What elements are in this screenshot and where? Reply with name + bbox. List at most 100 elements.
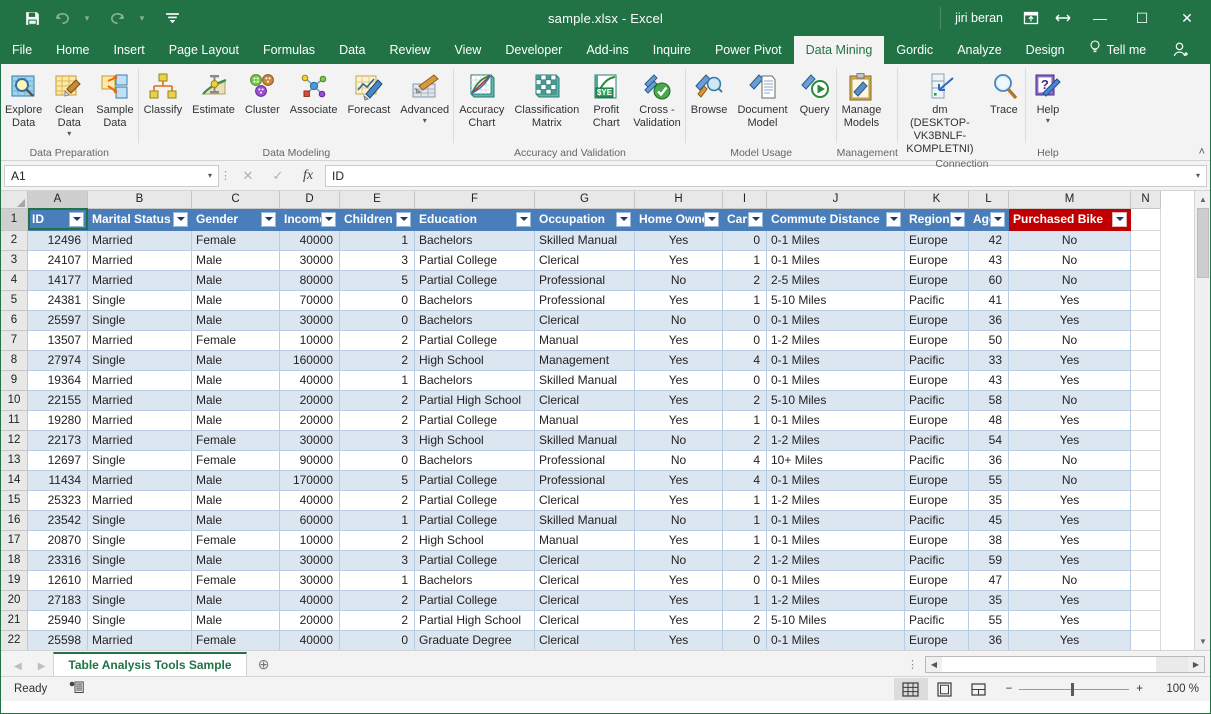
ribbon-button-classification-matrix[interactable]: Classification Matrix bbox=[509, 68, 584, 130]
ribbon-tab-analyze[interactable]: Analyze bbox=[945, 36, 1013, 64]
confirm-entry-icon[interactable]: ✓ bbox=[263, 165, 293, 187]
next-sheet-icon[interactable]: ▶ bbox=[38, 661, 46, 672]
table-cell[interactable]: 160000 bbox=[279, 349, 340, 371]
table-cell[interactable]: Pacific bbox=[904, 389, 969, 411]
table-cell[interactable]: Yes bbox=[1008, 349, 1131, 371]
table-cell[interactable]: 2-5 Miles bbox=[766, 269, 905, 291]
table-cell[interactable]: Professional bbox=[534, 269, 635, 291]
table-cell[interactable]: Clerical bbox=[534, 389, 635, 411]
row-header-14[interactable]: 14 bbox=[0, 469, 28, 491]
table-cell[interactable]: Clerical bbox=[534, 249, 635, 271]
column-header-L[interactable]: L bbox=[968, 191, 1009, 209]
table-cell[interactable]: Pacific bbox=[904, 429, 969, 451]
empty-cell[interactable] bbox=[1130, 409, 1161, 431]
table-cell[interactable]: Partial College bbox=[414, 269, 535, 291]
table-cell[interactable]: Yes bbox=[634, 349, 723, 371]
table-cell[interactable]: 40000 bbox=[279, 369, 340, 391]
formula-input[interactable]: ID ▾ bbox=[325, 164, 1207, 187]
row-header-4[interactable]: 4 bbox=[0, 269, 28, 291]
row-header-20[interactable]: 20 bbox=[0, 589, 28, 611]
table-cell[interactable]: Male bbox=[191, 589, 280, 611]
table-header-purchased-bike[interactable]: Purchased Bike bbox=[1008, 207, 1131, 231]
ribbon-tab-add-ins[interactable]: Add-ins bbox=[574, 36, 640, 64]
table-cell[interactable]: 27974 bbox=[27, 349, 88, 371]
ribbon-button-clean-data[interactable]: Clean Data ▾ bbox=[47, 68, 91, 138]
row-header-17[interactable]: 17 bbox=[0, 529, 28, 551]
ribbon-tab-home[interactable]: Home bbox=[44, 36, 101, 64]
zoom-slider-knob[interactable] bbox=[1071, 682, 1075, 696]
table-cell[interactable]: 0-1 Miles bbox=[766, 369, 905, 391]
table-cell[interactable]: 2 bbox=[339, 409, 415, 431]
spreadsheet-grid[interactable]: A B C D E F G H I J K L M N 1 ID Marital Status Gender Inc… bbox=[0, 191, 1211, 650]
table-cell[interactable]: 2 bbox=[339, 349, 415, 371]
table-cell[interactable]: 80000 bbox=[279, 269, 340, 291]
table-header-cars[interactable]: Cars bbox=[722, 207, 767, 231]
empty-cell[interactable] bbox=[1130, 569, 1161, 591]
table-cell[interactable]: 36 bbox=[968, 309, 1009, 331]
table-header-marital-status[interactable]: Marital Status bbox=[87, 207, 192, 231]
empty-cell[interactable] bbox=[1130, 309, 1161, 331]
save-icon[interactable] bbox=[18, 6, 46, 30]
filter-dropdown-icon[interactable] bbox=[173, 211, 188, 227]
table-cell[interactable]: 25597 bbox=[27, 309, 88, 331]
table-cell[interactable]: Partial College bbox=[414, 249, 535, 271]
column-header-J[interactable]: J bbox=[766, 191, 905, 209]
table-cell[interactable]: Male bbox=[191, 609, 280, 631]
table-cell[interactable]: 23542 bbox=[27, 509, 88, 531]
table-cell[interactable]: Skilled Manual bbox=[534, 429, 635, 451]
table-cell[interactable]: Partial High School bbox=[414, 389, 535, 411]
ribbon-tab-insert[interactable]: Insert bbox=[102, 36, 157, 64]
empty-cell[interactable] bbox=[1130, 449, 1161, 471]
row-header-13[interactable]: 13 bbox=[0, 449, 28, 471]
table-cell[interactable]: 27183 bbox=[27, 589, 88, 611]
table-header-occupation[interactable]: Occupation bbox=[534, 207, 635, 231]
row-header-1[interactable]: 1 bbox=[0, 207, 28, 231]
table-cell[interactable]: 1 bbox=[722, 489, 767, 511]
ribbon-tab-design[interactable]: Design bbox=[1014, 36, 1077, 64]
table-cell[interactable]: Europe bbox=[904, 309, 969, 331]
empty-cell[interactable] bbox=[1130, 609, 1161, 631]
maximize-button[interactable]: ☐ bbox=[1121, 0, 1163, 36]
table-cell[interactable]: 25323 bbox=[27, 489, 88, 511]
row-header-11[interactable]: 11 bbox=[0, 409, 28, 431]
table-cell[interactable]: Bachelors bbox=[414, 229, 535, 251]
table-cell[interactable]: 2 bbox=[339, 329, 415, 351]
table-cell[interactable]: Single bbox=[87, 289, 192, 311]
redo-icon[interactable] bbox=[103, 6, 131, 30]
table-cell[interactable]: Europe bbox=[904, 489, 969, 511]
table-cell[interactable]: 1 bbox=[339, 509, 415, 531]
table-cell[interactable]: Yes bbox=[634, 569, 723, 591]
table-cell[interactable]: 19280 bbox=[27, 409, 88, 431]
column-header-H[interactable]: H bbox=[634, 191, 723, 209]
table-cell[interactable]: Male bbox=[191, 349, 280, 371]
table-cell[interactable]: Pacific bbox=[904, 289, 969, 311]
ribbon-tab-data[interactable]: Data bbox=[327, 36, 377, 64]
table-row[interactable]: 21 25940 Single Male 20000 2 Partial High Scho… bbox=[0, 609, 1161, 631]
undo-icon[interactable] bbox=[48, 6, 76, 30]
table-cell[interactable]: 0-1 Miles bbox=[766, 249, 905, 271]
table-cell[interactable]: Yes bbox=[634, 329, 723, 351]
table-cell[interactable]: 1 bbox=[722, 529, 767, 551]
table-cell[interactable]: Yes bbox=[1008, 589, 1131, 611]
table-cell[interactable]: 0 bbox=[722, 229, 767, 251]
table-cell[interactable]: Yes bbox=[1008, 549, 1131, 571]
filter-dropdown-icon[interactable] bbox=[616, 211, 631, 227]
table-cell[interactable]: 24107 bbox=[27, 249, 88, 271]
table-cell[interactable]: Male bbox=[191, 309, 280, 331]
table-cell[interactable]: 35 bbox=[968, 589, 1009, 611]
table-cell[interactable]: Skilled Manual bbox=[534, 369, 635, 391]
insert-function-icon[interactable]: fx bbox=[293, 165, 323, 187]
ribbon-button-estimate[interactable]: Estimate bbox=[187, 68, 240, 117]
table-cell[interactable]: No bbox=[634, 309, 723, 331]
ribbon-button-manage-models[interactable]: Manage Models bbox=[837, 68, 887, 130]
normal-view-button[interactable] bbox=[893, 678, 928, 700]
table-cell[interactable]: 0-1 Miles bbox=[766, 509, 905, 531]
table-cell[interactable]: Male bbox=[191, 249, 280, 271]
table-header-commute-distance[interactable]: Commute Distance bbox=[766, 207, 905, 231]
restore-icon[interactable] bbox=[1050, 5, 1076, 31]
table-cell[interactable]: Graduate Degree bbox=[414, 629, 535, 650]
add-sheet-icon[interactable]: ⊕ bbox=[247, 656, 281, 676]
row-header-21[interactable]: 21 bbox=[0, 609, 28, 631]
table-cell[interactable]: 2 bbox=[339, 389, 415, 411]
table-cell[interactable]: Single bbox=[87, 509, 192, 531]
